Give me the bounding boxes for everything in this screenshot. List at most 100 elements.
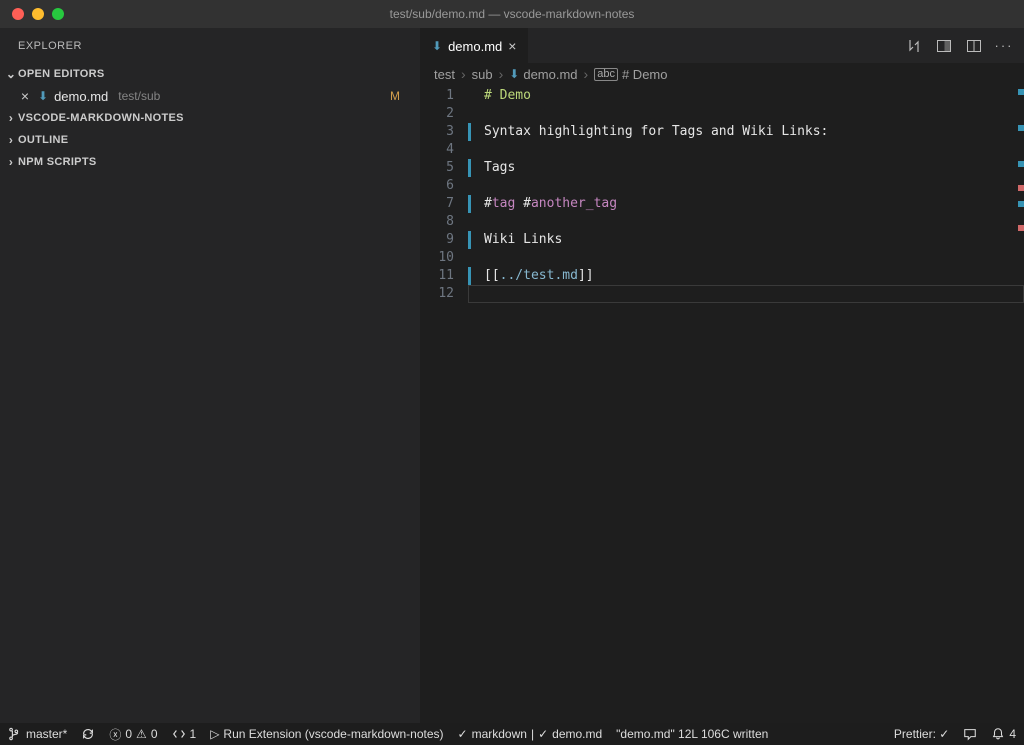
code-line[interactable]: Syntax highlighting for Tags and Wiki Li…: [468, 123, 1024, 141]
markdown-file-icon: ⬇: [509, 67, 519, 81]
close-window-button[interactable]: [12, 8, 24, 20]
diff-indicator: [468, 267, 471, 285]
line-number: 5: [420, 159, 454, 177]
workspace-label: VSCODE-MARKDOWN-NOTES: [18, 112, 184, 124]
close-tab-icon[interactable]: ×: [508, 38, 516, 54]
chevron-right-icon: ›: [461, 66, 466, 82]
npm-scripts-header[interactable]: › NPM SCRIPTS: [0, 151, 420, 173]
chevron-right-icon: ›: [4, 155, 18, 169]
code-line[interactable]: [468, 141, 1024, 159]
code-line[interactable]: [468, 177, 1024, 195]
error-count: 0: [125, 727, 132, 741]
line-number: 7: [420, 195, 454, 213]
code-editor[interactable]: 123456789101112 # DemoSyntax highlightin…: [420, 85, 1024, 723]
explorer-title: EXPLORER: [0, 28, 420, 63]
code-line[interactable]: Wiki Links: [468, 231, 1024, 249]
feedback-item[interactable]: [963, 727, 977, 741]
feedback-icon: [963, 727, 977, 741]
line-number: 1: [420, 87, 454, 105]
npm-scripts-label: NPM SCRIPTS: [18, 156, 96, 168]
open-editors-header[interactable]: ⌄ OPEN EDITORS: [0, 63, 420, 85]
code-line[interactable]: # Demo: [468, 87, 1024, 105]
split-editor-icon[interactable]: [966, 38, 982, 54]
modified-badge: M: [390, 89, 400, 103]
statusbar: master* ⓧ 0 ⚠ 0 1 ▷ Run Extension (vscod…: [0, 723, 1024, 745]
chevron-right-icon: ›: [4, 133, 18, 147]
code-line[interactable]: [468, 105, 1024, 123]
editor-actions: ···: [894, 28, 1024, 63]
open-editor-item[interactable]: × ⬇ demo.md test/sub M: [0, 85, 420, 107]
notifications-item[interactable]: 4: [991, 727, 1016, 741]
check-icon: ✓: [458, 727, 468, 741]
check-icon: ✓: [538, 727, 548, 741]
diff-indicator: [468, 123, 471, 141]
code-line[interactable]: [468, 249, 1024, 267]
titlebar: test/sub/demo.md — vscode-markdown-notes: [0, 0, 1024, 28]
symbol-icon: abc: [594, 68, 618, 81]
diff-indicator: [468, 195, 471, 213]
code-content[interactable]: # Demo Syntax highlighting for Tags and W…: [468, 85, 1024, 723]
language-mode-item[interactable]: ✓ markdown | ✓ demo.md: [458, 727, 603, 741]
warning-count: 0: [151, 727, 158, 741]
run-target-label: Run Extension (vscode-markdown-notes): [223, 727, 443, 741]
line-number-gutter: 123456789101112: [420, 85, 468, 723]
chevron-right-icon: ›: [4, 111, 18, 125]
code-line[interactable]: Tags: [468, 159, 1024, 177]
tabs-row: ⬇ demo.md × ···: [420, 28, 1024, 63]
sync-icon: [81, 727, 95, 741]
chevron-down-icon: ⌄: [4, 67, 18, 81]
line-number: 10: [420, 249, 454, 267]
open-editor-path: test/sub: [118, 89, 160, 103]
tab-demo-md[interactable]: ⬇ demo.md ×: [420, 28, 528, 63]
line-number: 3: [420, 123, 454, 141]
code-line[interactable]: [468, 213, 1024, 231]
workspace-header[interactable]: › VSCODE-MARKDOWN-NOTES: [0, 107, 420, 129]
prettier-label: Prettier: ✓: [894, 727, 949, 741]
open-editor-filename: demo.md: [54, 89, 108, 104]
warning-icon: ⚠: [136, 727, 147, 741]
code-line[interactable]: [[../test.md]]: [468, 267, 1024, 285]
problems-item[interactable]: ⓧ 0 ⚠ 0: [109, 726, 157, 743]
diff-indicator: [468, 231, 471, 249]
open-editors-label: OPEN EDITORS: [18, 68, 105, 80]
run-target-item[interactable]: ▷ Run Extension (vscode-markdown-notes): [210, 727, 443, 741]
git-branch-item[interactable]: master*: [8, 727, 67, 741]
language-label: markdown: [472, 727, 527, 741]
sync-item[interactable]: [81, 727, 95, 741]
more-actions-icon[interactable]: ···: [996, 38, 1012, 54]
maximize-window-button[interactable]: [52, 8, 64, 20]
minimize-window-button[interactable]: [32, 8, 44, 20]
breadcrumb-symbol[interactable]: # Demo: [622, 67, 668, 82]
line-number: 12: [420, 285, 454, 303]
markdown-file-icon: ⬇: [432, 39, 442, 53]
linked-file-label: demo.md: [552, 727, 602, 741]
breadcrumb-part[interactable]: sub: [472, 67, 493, 82]
breadcrumb-part[interactable]: demo.md: [523, 67, 577, 82]
breadcrumb[interactable]: test › sub › ⬇ demo.md › abc # Demo: [420, 63, 1024, 85]
chevron-right-icon: ›: [584, 66, 589, 82]
window-title: test/sub/demo.md — vscode-markdown-notes: [0, 7, 1024, 21]
branch-name: master*: [26, 727, 67, 741]
open-preview-side-icon[interactable]: [936, 38, 952, 54]
status-message: "demo.md" 12L 106C written: [616, 727, 768, 741]
window-controls: [0, 8, 64, 20]
code-line[interactable]: [468, 285, 1024, 303]
bell-icon: [991, 727, 1005, 741]
line-number: 9: [420, 231, 454, 249]
prettier-item[interactable]: Prettier: ✓: [894, 727, 949, 741]
tab-label: demo.md: [448, 39, 502, 54]
minimap[interactable]: [1016, 85, 1024, 723]
line-number: 8: [420, 213, 454, 231]
breadcrumb-part[interactable]: test: [434, 67, 455, 82]
error-icon: ⓧ: [109, 726, 121, 743]
code-line[interactable]: #tag #another_tag: [468, 195, 1024, 213]
notification-count: 4: [1009, 727, 1016, 741]
play-icon: ▷: [210, 727, 219, 741]
remote-icon: [172, 727, 186, 741]
compare-changes-icon[interactable]: [906, 38, 922, 54]
git-branch-icon: [8, 727, 22, 741]
outline-header[interactable]: › OUTLINE: [0, 129, 420, 151]
remote-item[interactable]: 1: [172, 727, 197, 741]
close-icon[interactable]: ×: [18, 88, 32, 104]
editor-area: ⬇ demo.md × ··· test › sub: [420, 28, 1024, 723]
